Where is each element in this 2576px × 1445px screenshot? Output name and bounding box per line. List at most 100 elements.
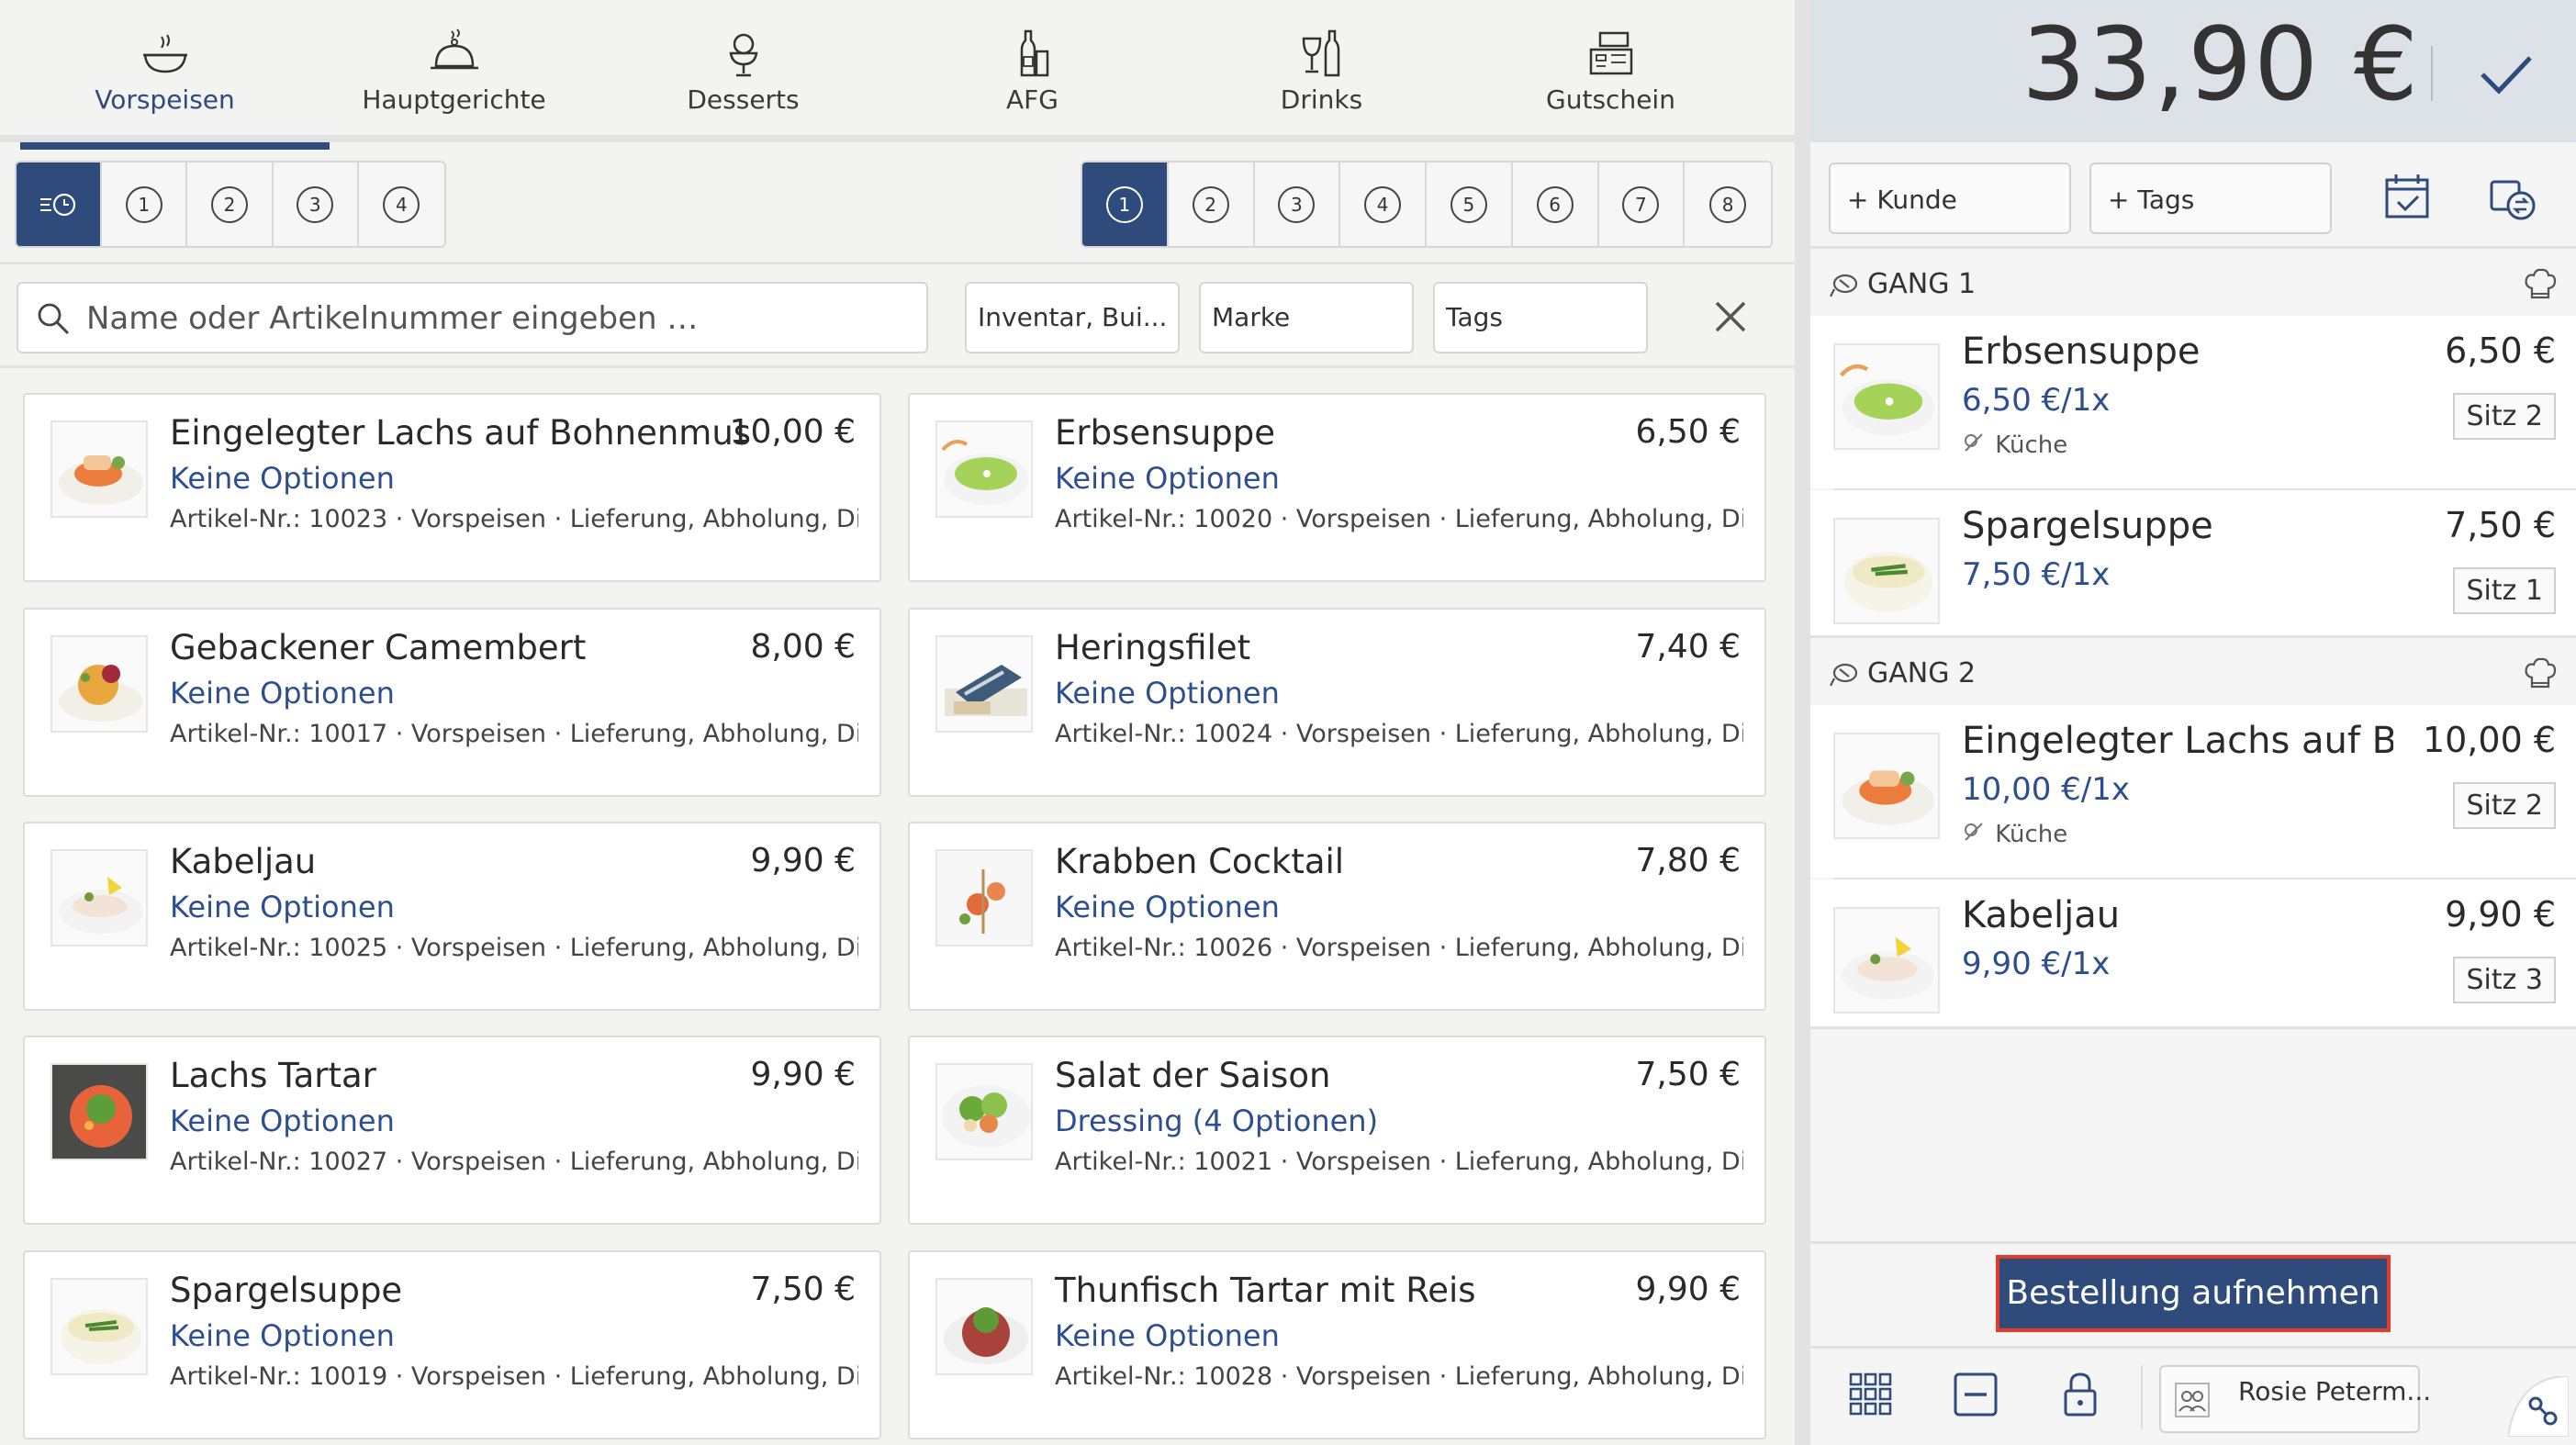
search-icon [38, 303, 70, 335]
seat-button-6[interactable]: 6 [1512, 162, 1599, 246]
product-image [50, 420, 148, 518]
course-icon [1830, 274, 1858, 297]
seat-button-1[interactable]: 1 [1082, 162, 1169, 246]
link-icon[interactable] [2508, 1376, 2569, 1437]
course-icon [1830, 663, 1858, 687]
product-pane: Vorspeisen Hauptgerichte Desserts AFG Dr… [0, 0, 1795, 1445]
seat-badge[interactable]: Sitz 3 [2453, 957, 2556, 1003]
product-image [1833, 518, 1940, 624]
seat-button-4[interactable]: 4 [1340, 162, 1427, 246]
pane-divider [1795, 0, 1810, 1445]
product-image [1833, 907, 1940, 1014]
checkmark-icon[interactable] [2473, 41, 2537, 106]
transfer-table-icon[interactable] [2484, 169, 2539, 224]
divider [1810, 246, 2576, 249]
tab-drinks[interactable]: Drinks [1177, 0, 1466, 142]
product-card[interactable]: Lachs Tartar 9,90 € Keine Optionen Artik… [23, 1036, 881, 1225]
product-card[interactable]: Krabben Cocktail 7,80 € Keine Optionen A… [908, 822, 1766, 1011]
seat-button-2[interactable]: 2 [1168, 162, 1255, 246]
kitchen-sent-icon [1965, 433, 1983, 452]
tab-vorspeisen[interactable]: Vorspeisen [20, 0, 330, 150]
grid-icon[interactable] [1847, 1371, 1895, 1418]
product-card[interactable]: Heringsfilet 7,40 € Keine Optionen Artik… [908, 608, 1766, 797]
course-clock-icon [39, 193, 75, 216]
tab-hauptgerichte[interactable]: Hauptgerichte [309, 0, 599, 142]
seat-badge[interactable]: Sitz 1 [2453, 567, 2556, 614]
brand-filter[interactable]: Marke [1199, 282, 1414, 353]
product-card[interactable]: Kabeljau 9,90 € Keine Optionen Artikel-N… [23, 822, 881, 1011]
course-filter-button[interactable] [17, 162, 103, 246]
product-image [935, 1278, 1033, 1375]
add-customer-button[interactable]: + Kunde [1829, 162, 2071, 234]
order-pane: 33,90 € + Kunde + Tags GANG 1 Erbsensupp… [1810, 0, 2576, 1445]
user-button[interactable]: Rosie Peterm... [2159, 1365, 2431, 1433]
glass-bottle-icon [1302, 29, 1339, 77]
tab-label: Vorspeisen [95, 84, 235, 115]
bottles-icon [1020, 29, 1048, 77]
chef-hat-icon[interactable] [2523, 266, 2558, 303]
seat-button-8[interactable]: 8 [1685, 162, 1771, 246]
tags-filter[interactable]: Tags [1433, 282, 1648, 353]
course-button-4[interactable]: 4 [358, 162, 444, 246]
divider [1810, 635, 2576, 638]
add-tags-button[interactable]: + Tags [2089, 162, 2332, 234]
tab-afg[interactable]: AFG [888, 0, 1177, 142]
divider [2141, 1365, 2143, 1429]
product-card[interactable]: Thunfisch Tartar mit Reis 9,90 € Keine O… [908, 1250, 1766, 1439]
ice-cream-icon [729, 33, 757, 77]
order-item[interactable]: Spargelsuppe 7,50 € 7,50 €/1x Sitz 1 [1810, 490, 2576, 635]
divider [1810, 1026, 2576, 1029]
chef-hat-icon[interactable] [2523, 655, 2558, 692]
search-input[interactable] [86, 293, 894, 344]
kitchen-status: Küche [1962, 821, 2067, 848]
product-image [50, 1278, 148, 1375]
product-card[interactable]: Gebackener Camembert 8,00 € Keine Option… [23, 608, 881, 797]
lock-icon[interactable] [2056, 1371, 2104, 1418]
seat-badge[interactable]: Sitz 2 [2453, 782, 2556, 829]
search-box[interactable] [17, 282, 928, 353]
seat-button-5[interactable]: 5 [1427, 162, 1513, 246]
seat-button-3[interactable]: 3 [1254, 162, 1341, 246]
product-image [935, 420, 1033, 518]
course-header-1[interactable]: GANG 1 [1810, 253, 2576, 316]
product-card[interactable]: Spargelsuppe 7,50 € Keine Optionen Artik… [23, 1250, 881, 1439]
product-image [1833, 343, 1940, 450]
tab-label: AFG [1006, 84, 1058, 115]
soup-bowl-icon [142, 34, 187, 73]
order-item[interactable]: Kabeljau 9,90 € 9,90 €/1x Sitz 3 [1810, 879, 2576, 1026]
divider [0, 365, 1795, 368]
tab-label: Drinks [1280, 84, 1363, 115]
clear-icon[interactable] [1709, 296, 1752, 338]
tab-desserts[interactable]: Desserts [599, 0, 888, 142]
course-button-2[interactable]: 2 [187, 162, 274, 246]
cloche-icon [430, 28, 478, 70]
course-button-1[interactable]: 1 [102, 162, 188, 246]
kitchen-status: Küche [1962, 431, 2067, 459]
product-card[interactable]: Salat der Saison 7,50 € Dressing (4 Opti… [908, 1036, 1766, 1225]
inventory-filter[interactable]: Inventar, Bui... [965, 282, 1180, 353]
place-order-button[interactable]: Bestellung aufnehmen [1996, 1255, 2391, 1332]
course-button-3[interactable]: 3 [273, 162, 359, 246]
product-image [935, 849, 1033, 947]
divider [2431, 46, 2433, 101]
product-image [50, 1063, 148, 1160]
voucher-register-icon [1589, 31, 1632, 75]
course-header-2[interactable]: GANG 2 [1810, 643, 2576, 705]
order-item[interactable]: Erbsensuppe 6,50 € 6,50 €/1x Küche Sitz … [1810, 316, 2576, 488]
seat-button-7[interactable]: 7 [1598, 162, 1686, 246]
product-image [1833, 733, 1940, 839]
calendar-check-icon[interactable] [2380, 169, 2435, 224]
divider [0, 262, 1795, 264]
product-card[interactable]: Erbsensuppe 6,50 € Keine Optionen Artike… [908, 393, 1766, 582]
product-image [935, 1063, 1033, 1160]
order-total: 33,90 € [2022, 6, 2420, 123]
tab-label: Desserts [687, 84, 800, 115]
tab-label: Hauptgerichte [362, 84, 546, 115]
minus-box-icon[interactable] [1952, 1371, 1999, 1418]
divider [1810, 1241, 2576, 1244]
tab-gutschein[interactable]: Gutschein [1466, 0, 1755, 142]
seat-selector: 1 2 3 4 5 6 7 8 [1081, 161, 1773, 248]
product-card[interactable]: Eingelegter Lachs auf Bohnenmus 10,00 € … [23, 393, 881, 582]
order-item[interactable]: Eingelegter Lachs auf Bo... 10,00 € 10,0… [1810, 705, 2576, 878]
seat-badge[interactable]: Sitz 2 [2453, 393, 2556, 440]
